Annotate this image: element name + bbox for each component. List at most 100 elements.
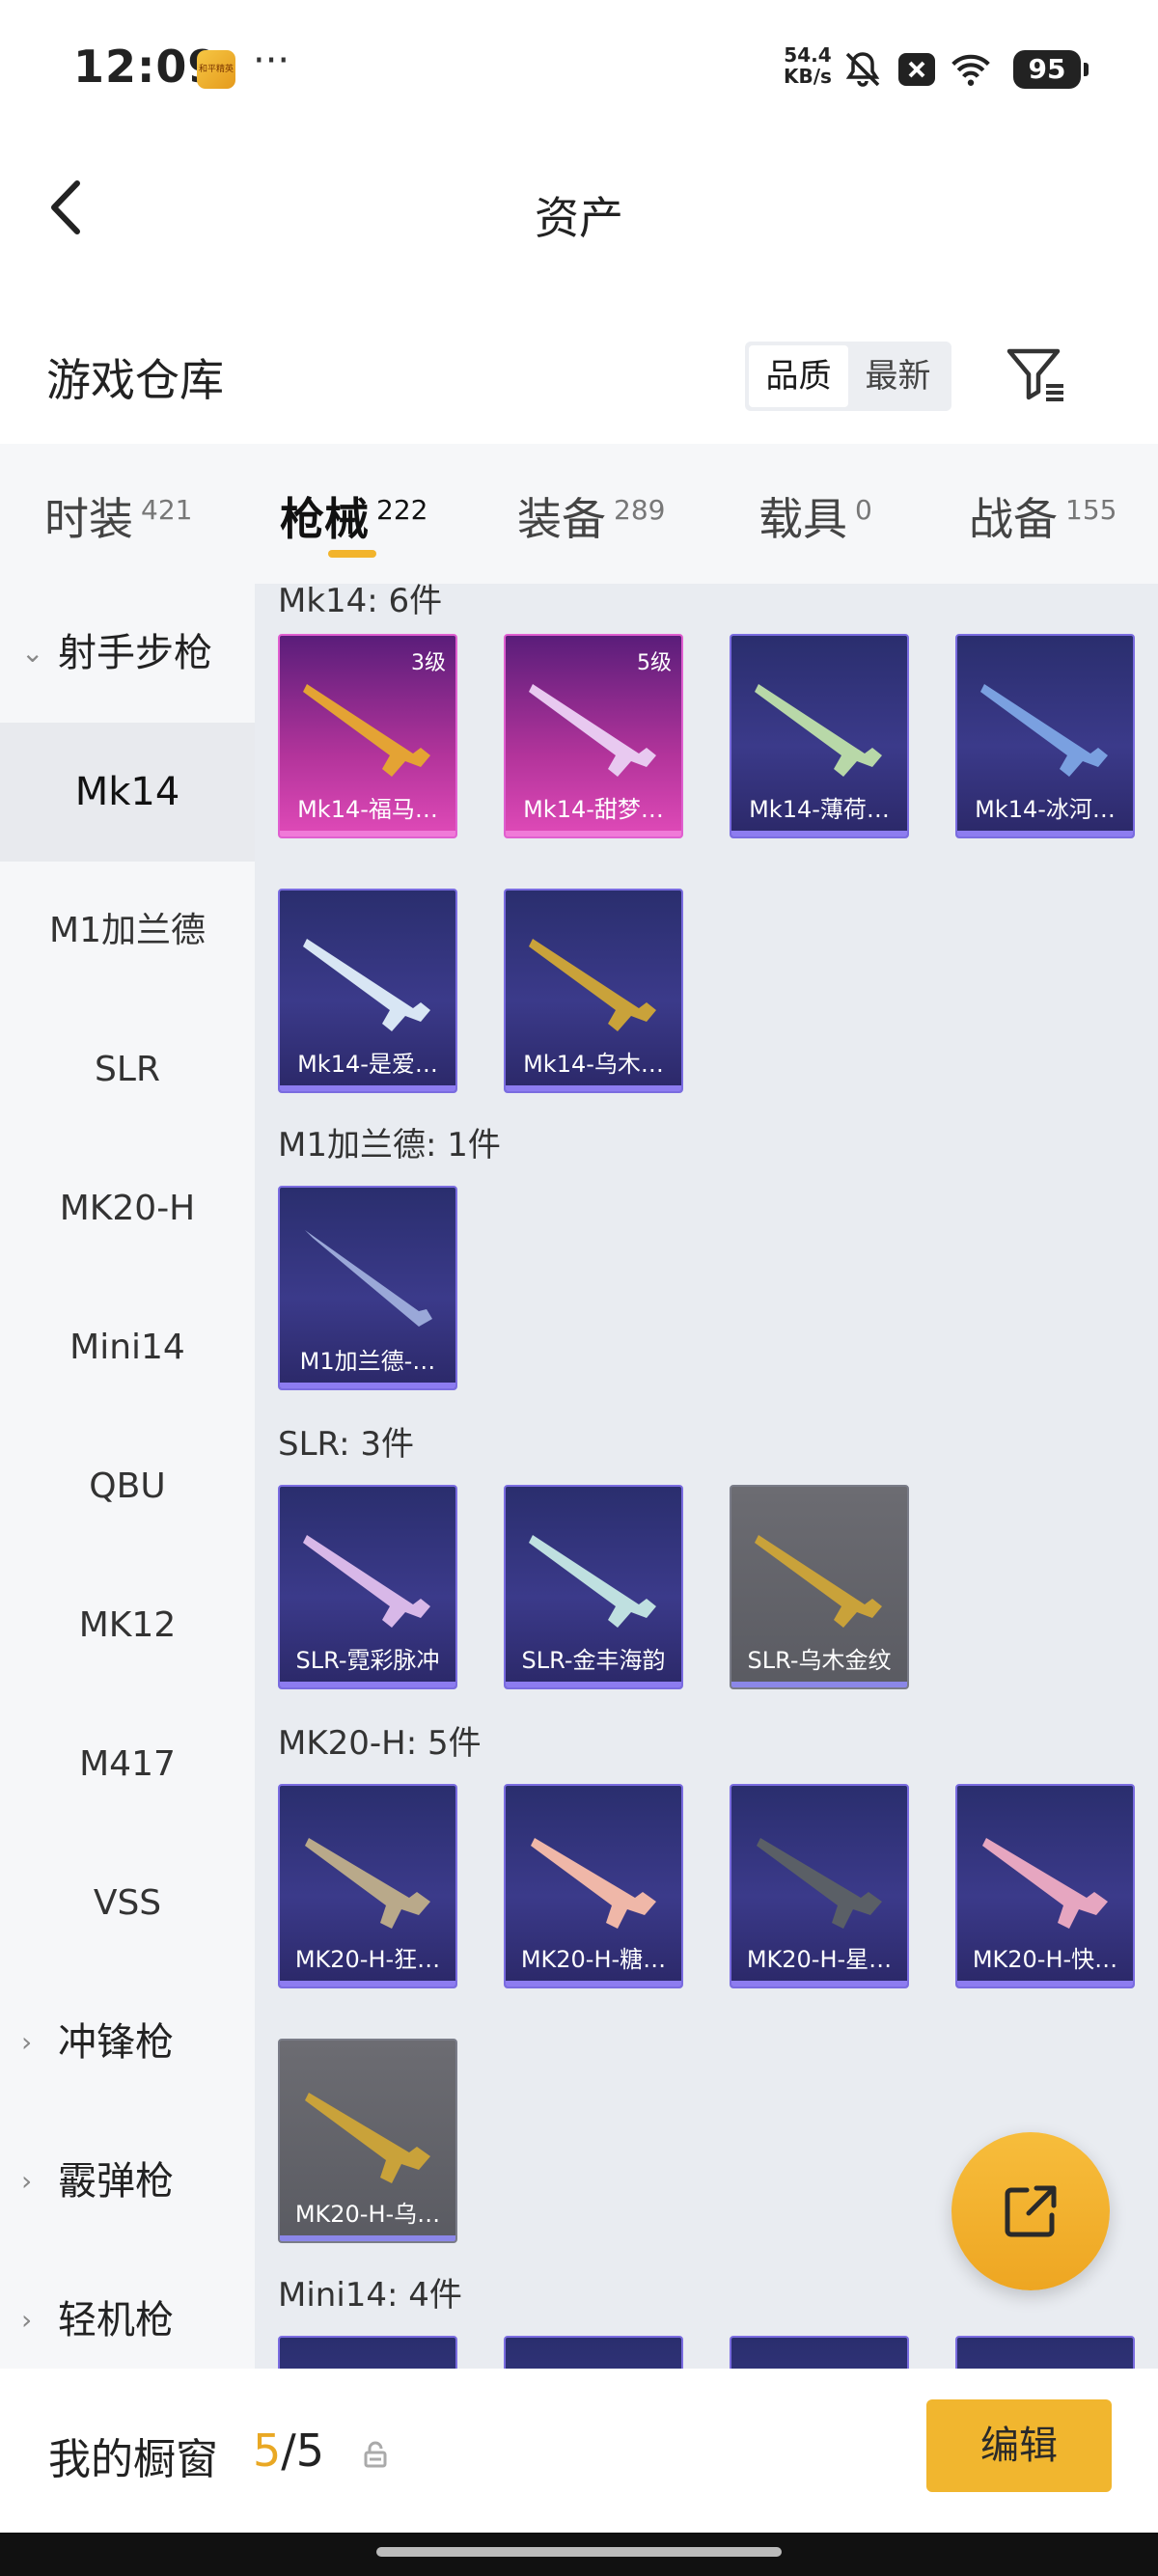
weapon-card[interactable]: [504, 2336, 683, 2369]
sort-toggle: 品质 最新: [745, 342, 951, 411]
sidebar-item-mk14[interactable]: Mk14: [0, 723, 255, 862]
section-label: M1加兰德: 1件: [278, 1126, 501, 1165]
tab-count: 289: [614, 493, 666, 526]
sidebar-group-label: 射手步枪: [58, 631, 212, 675]
weapon-grid: Mk14: 6件 3级 Mk14-福马… 5级 Mk14-甜梦… Mk14-薄荷…: [255, 584, 1158, 2369]
sidebar: ⌄ 射手步枪 Mk14 M1加兰德 SLR MK20-H Mini14 QBU …: [0, 584, 255, 2369]
sort-newest-button[interactable]: 最新: [848, 345, 948, 407]
showcase-count: 5/5: [253, 2425, 324, 2477]
rarity-bar: [506, 1981, 681, 1987]
tab-supplies[interactable]: 战备 155: [969, 484, 1117, 548]
weapon-card[interactable]: MK20-H-狂…: [278, 1784, 457, 1988]
sidebar-group-label: 冲锋枪: [58, 2020, 174, 2065]
rarity-bar: [957, 1981, 1133, 1987]
rarity-bar: [731, 831, 907, 836]
rifle-icon: [980, 684, 1108, 777]
sidebar-item-mk12[interactable]: MK12: [0, 1556, 255, 1695]
sidebar-item-m1-garand[interactable]: M1加兰德: [0, 862, 255, 1000]
net-speed: 54.4 KB/s: [784, 44, 832, 87]
weapon-card[interactable]: Mk14-薄荷…: [730, 634, 909, 838]
sidebar-item-mk20h[interactable]: MK20-H: [0, 1139, 255, 1278]
tab-count: 421: [141, 493, 193, 526]
weapon-name: SLR-金丰海韵: [521, 1647, 666, 1674]
weapon-name: Mk14-薄荷…: [749, 796, 890, 823]
section-label: MK20-H: 5件: [278, 1724, 482, 1763]
weapon-card[interactable]: MK20-H-乌…: [278, 2039, 457, 2243]
tab-equipment[interactable]: 装备 289: [517, 484, 665, 548]
share-button[interactable]: [951, 2132, 1110, 2290]
rarity-bar: [280, 1383, 455, 1388]
net-speed-unit: KB/s: [784, 65, 832, 88]
home-pill[interactable]: [376, 2547, 782, 2557]
tab-guns[interactable]: 枪械 222: [280, 484, 427, 548]
weapon-card[interactable]: Mk14-冰河…: [955, 634, 1135, 838]
weapon-card[interactable]: Mk14-乌木…: [504, 889, 683, 1093]
sidebar-item-vss[interactable]: VSS: [0, 1834, 255, 1973]
weapon-card[interactable]: SLR-乌木金纹: [730, 1485, 909, 1689]
rarity-bar: [506, 831, 681, 836]
rifle-icon: [531, 1838, 656, 1929]
section-label: Mk14: 6件: [278, 584, 443, 620]
sidebar-item-mini14[interactable]: Mini14: [0, 1278, 255, 1417]
rifle-icon: [755, 1535, 882, 1628]
sidebar-group-shotgun[interactable]: › 霰弹枪: [0, 2112, 255, 2251]
wifi-icon: [951, 54, 990, 86]
weapon-name: Mk14-甜梦…: [523, 796, 664, 823]
warehouse-header: 游戏仓库 品质 最新: [0, 318, 1158, 434]
tab-outfits[interactable]: 时装 421: [44, 484, 192, 548]
weapon-card[interactable]: SLR-霓彩脉冲: [278, 1485, 457, 1689]
weapon-card[interactable]: MK20-H-快…: [955, 1784, 1135, 1988]
sidebar-group-lmg[interactable]: › 轻机枪: [0, 2251, 255, 2369]
rarity-bar: [280, 1682, 455, 1687]
sidebar-group-marksman[interactable]: ⌄ 射手步枪: [0, 584, 255, 723]
rifle-icon: [755, 684, 882, 777]
rifle-icon: [982, 1838, 1108, 1929]
sidebar-group-label: 霰弹枪: [58, 2159, 174, 2204]
rarity-bar: [280, 831, 455, 836]
tab-vehicles[interactable]: 载具 0: [758, 484, 872, 548]
rifle-icon: [305, 2093, 430, 2183]
home-indicator: [0, 2533, 1158, 2576]
weapon-card[interactable]: [730, 2336, 909, 2369]
rifle-icon: [529, 939, 656, 1031]
rifle-icon: [529, 684, 656, 777]
sort-quality-button[interactable]: 品质: [749, 345, 848, 407]
tab-label: 载具: [758, 493, 847, 545]
weapon-card[interactable]: MK20-H-星…: [730, 1784, 909, 1988]
active-tab-indicator: [328, 550, 376, 558]
rarity-bar: [280, 1085, 455, 1091]
tab-label: 枪械: [280, 493, 369, 545]
share-external-icon: [1005, 2185, 1057, 2237]
rifle-icon: [305, 1230, 432, 1327]
sidebar-item-m417[interactable]: M417: [0, 1695, 255, 1834]
weapon-card[interactable]: 5级 Mk14-甜梦…: [504, 634, 683, 838]
more-dots-icon: ···: [253, 39, 290, 83]
sidebar-item-slr[interactable]: SLR: [0, 1000, 255, 1139]
rifle-icon: [303, 1535, 430, 1628]
tab-label: 时装: [44, 493, 133, 545]
weapon-card[interactable]: [278, 2336, 457, 2369]
tab-label: 战备: [969, 493, 1058, 545]
chevron-right-icon: ›: [21, 2304, 33, 2336]
rifle-icon: [757, 1838, 882, 1929]
weapon-card[interactable]: 3级 Mk14-福马…: [278, 634, 457, 838]
edit-button[interactable]: 编辑: [926, 2399, 1112, 2492]
filter-icon[interactable]: [1004, 342, 1071, 409]
weapon-name: Mk14-冰河…: [975, 796, 1116, 823]
sidebar-item-qbu[interactable]: QBU: [0, 1417, 255, 1556]
weapon-name: MK20-H-狂…: [294, 1946, 441, 1973]
chevron-right-icon: ›: [21, 2026, 33, 2058]
weapon-name: M1加兰德-…: [299, 1348, 436, 1375]
weapon-card[interactable]: [955, 2336, 1135, 2369]
weapon-card[interactable]: SLR-金丰海韵: [504, 1485, 683, 1689]
weapon-card[interactable]: Mk14-是爱…: [278, 889, 457, 1093]
weapon-card[interactable]: MK20-H-糖…: [504, 1784, 683, 1988]
nav-bar: 资产: [0, 135, 1158, 280]
net-speed-value: 54.4: [784, 43, 832, 67]
weapon-name: SLR-乌木金纹: [747, 1647, 892, 1674]
bell-off-icon: [845, 52, 880, 87]
rarity-bar: [731, 1682, 907, 1687]
sidebar-group-smg[interactable]: › 冲锋枪: [0, 1973, 255, 2112]
weapon-name: Mk14-是爱…: [297, 1051, 438, 1078]
weapon-card[interactable]: M1加兰德-…: [278, 1186, 457, 1390]
